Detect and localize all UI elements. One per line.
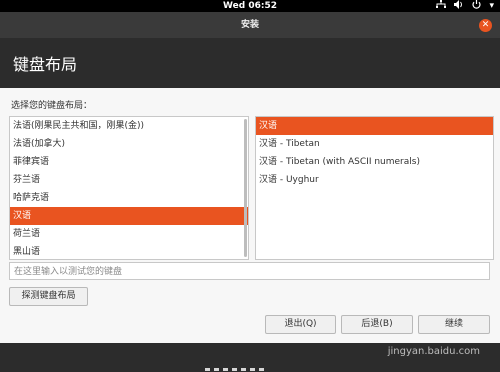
close-button[interactable]: ✕ (479, 19, 492, 32)
list-item[interactable]: 哈萨克语 (10, 189, 248, 207)
window-titlebar: 安装 ✕ (0, 12, 500, 38)
watermark: jingyan.baidu.com (387, 346, 480, 357)
quit-button[interactable]: 退出(Q) (265, 315, 336, 334)
progress-dot (241, 368, 246, 371)
window-title: 安装 (240, 20, 259, 30)
progress-dot (232, 368, 237, 371)
keyboard-test-input[interactable]: 在这里输入以测试您的键盘 (9, 262, 490, 280)
clock[interactable]: Wed 06:52 (0, 0, 500, 12)
back-button[interactable]: 后退(B) (341, 315, 413, 334)
list-item[interactable]: 芬兰语 (10, 171, 248, 189)
progress-dot (223, 368, 228, 371)
power-icon[interactable] (472, 0, 482, 13)
progress-dots (205, 368, 264, 371)
chevron-down-icon[interactable]: ▾ (489, 0, 494, 12)
main-content: 选择您的键盘布局： 法语(刚果民主共和国，刚果(金)) 法语(加拿大) 菲律宾语… (0, 88, 500, 343)
top-panel: Wed 06:52 ▾ (0, 0, 500, 12)
progress-dot (250, 368, 255, 371)
list-item[interactable]: 菲律宾语 (10, 153, 248, 171)
detect-layout-button[interactable]: 探测键盘布局 (9, 287, 88, 306)
scrollbar[interactable] (244, 119, 247, 257)
list-item[interactable]: 汉语 - Tibetan (256, 135, 493, 153)
continue-button[interactable]: 继续 (418, 315, 490, 334)
list-item[interactable]: 荷兰语 (10, 225, 248, 243)
layout-list[interactable]: 法语(刚果民主共和国，刚果(金)) 法语(加拿大) 菲律宾语 芬兰语 哈萨克语 … (9, 116, 249, 260)
list-item[interactable]: 黑山语 (10, 243, 248, 259)
progress-dot (205, 368, 210, 371)
list-item-selected[interactable]: 汉语 (10, 207, 248, 225)
bottom-bar: jingyan.baidu.com (0, 343, 500, 372)
page-title: 键盘布局 (13, 55, 78, 74)
layout-prompt: 选择您的键盘布局： (11, 101, 93, 111)
list-item[interactable]: 法语(刚果民主共和国，刚果(金)) (10, 117, 248, 135)
system-tray: ▾ (436, 0, 494, 12)
page-header: 键盘布局 (0, 38, 500, 88)
list-item[interactable]: 汉语 - Uyghur (256, 171, 493, 189)
list-item[interactable]: 法语(加拿大) (10, 135, 248, 153)
progress-dot (259, 368, 264, 371)
volume-icon[interactable] (454, 0, 464, 13)
progress-dot (214, 368, 219, 371)
network-icon[interactable] (436, 0, 447, 13)
list-item-selected[interactable]: 汉语 (256, 117, 493, 135)
variant-list[interactable]: 汉语 汉语 - Tibetan 汉语 - Tibetan (with ASCII… (255, 116, 494, 260)
list-item[interactable]: 汉语 - Tibetan (with ASCII numerals) (256, 153, 493, 171)
